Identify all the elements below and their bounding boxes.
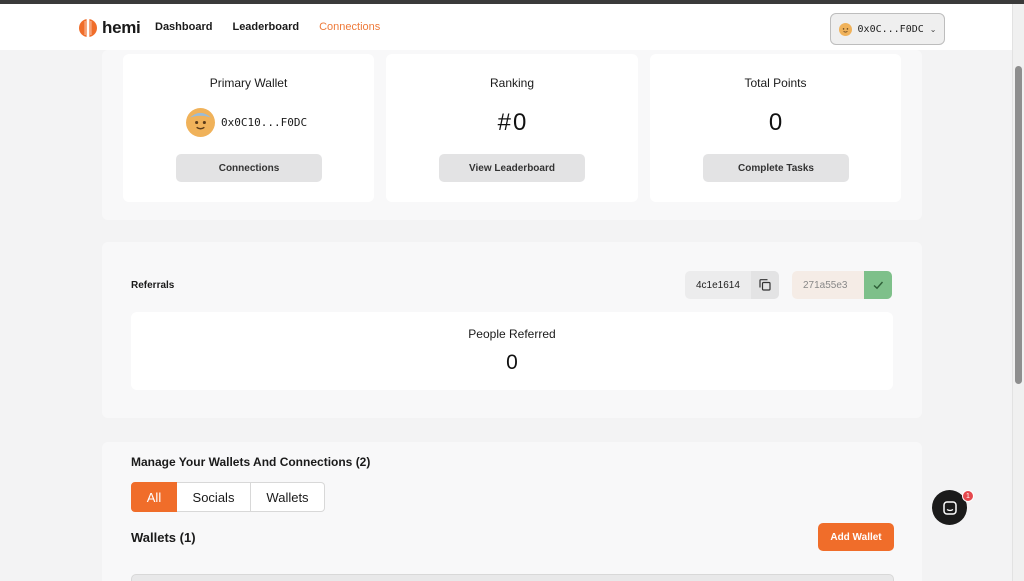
- ranking-card: Ranking # 0 View Leaderboard: [386, 54, 638, 202]
- total-points-title: Total Points: [744, 76, 807, 90]
- ranking-title: Ranking: [489, 76, 535, 90]
- tab-socials[interactable]: Socials: [177, 482, 251, 512]
- brand-logo[interactable]: hemi: [79, 18, 141, 38]
- wallet-avatar-icon: [838, 22, 852, 36]
- primary-wallet-address: 0x0C10...F0DC: [221, 116, 308, 129]
- connections-button[interactable]: Connections: [176, 154, 322, 182]
- ranking-value: # 0: [386, 109, 638, 137]
- chat-notification-badge: 1: [962, 490, 974, 502]
- nav-dashboard[interactable]: Dashboard: [155, 21, 212, 33]
- hemi-logo-icon: [79, 19, 97, 37]
- copy-icon: [759, 279, 771, 291]
- people-referred-title: People Referred: [468, 327, 556, 341]
- brand-name: hemi: [102, 18, 141, 37]
- view-leaderboard-button[interactable]: View Leaderboard: [439, 154, 585, 182]
- primary-wallet-title: Primary Wallet: [209, 76, 288, 90]
- primary-wallet-row: 0x0C10...F0DC: [186, 108, 307, 137]
- main-nav: Dashboard Leaderboard Connections: [155, 21, 380, 33]
- total-points-card: Total Points 0 Complete Tasks: [650, 54, 901, 202]
- nav-connections[interactable]: Connections: [319, 21, 380, 33]
- total-points-value: 0: [768, 109, 783, 136]
- wallet-avatar-icon: [186, 108, 215, 137]
- top-navbar: hemi Dashboard Leaderboard Connections 0…: [0, 4, 1012, 50]
- complete-tasks-button[interactable]: Complete Tasks: [703, 154, 849, 182]
- my-referral-code-text: 4c1e1614: [696, 279, 740, 291]
- scrollbar-thumb[interactable]: [1015, 66, 1022, 384]
- primary-wallet-card: Primary Wallet 0x0C10...F0DC Connections: [123, 54, 374, 202]
- add-wallet-button[interactable]: Add Wallet: [818, 523, 894, 551]
- entered-referral-code-text: 271a55e3: [803, 279, 848, 291]
- tab-wallets[interactable]: Wallets: [251, 482, 325, 512]
- copy-code-button[interactable]: [751, 271, 779, 299]
- manage-title: Manage Your Wallets And Connections (2): [131, 455, 371, 469]
- check-icon: [873, 281, 884, 290]
- wallet-list-item[interactable]: [131, 574, 894, 581]
- confirm-code-button[interactable]: [864, 271, 892, 299]
- account-wallet-button[interactable]: 0x0C...F0DC ⌄: [830, 13, 945, 45]
- people-referred-card: People Referred 0: [131, 312, 893, 390]
- filter-tabs: All Socials Wallets: [131, 482, 325, 512]
- people-referred-value: 0: [506, 351, 518, 374]
- ranking-hash: #: [497, 109, 511, 136]
- referrals-label: Referrals: [131, 280, 175, 291]
- nav-leaderboard[interactable]: Leaderboard: [232, 21, 299, 33]
- tab-all[interactable]: All: [131, 482, 177, 512]
- ranking-number: 0: [513, 109, 527, 136]
- chevron-down-icon: ⌄: [929, 24, 937, 34]
- chat-icon: [942, 500, 957, 515]
- wallets-heading: Wallets (1): [131, 530, 196, 545]
- account-address: 0x0C...F0DC: [857, 23, 924, 35]
